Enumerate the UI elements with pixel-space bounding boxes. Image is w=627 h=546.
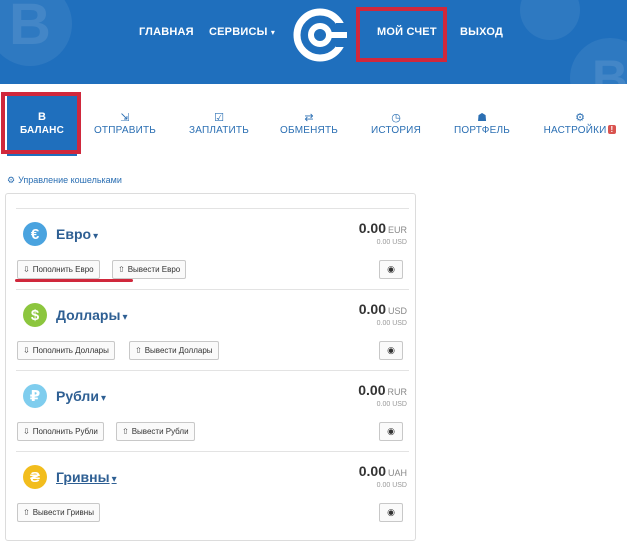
top-header: B B ГЛАВНАЯ СЕРВИСЫ ▾ МОЙ СЧЕТ ВЫХОД <box>0 0 627 84</box>
tab-portfolio[interactable]: ☗ ПОРТФЕЛЬ <box>449 96 515 156</box>
exchange-icon: ⇄ <box>304 112 314 124</box>
tab-settings-label: НАСТРОЙКИ <box>543 125 607 136</box>
clock-icon: ◷ <box>391 112 401 124</box>
withdraw-label: Вывести Рубли <box>131 427 189 436</box>
topup-button[interactable]: ⇩ Пополнить Рубли <box>17 422 104 441</box>
tab-label: НАСТРОЙКИ! <box>540 125 620 136</box>
withdraw-button[interactable]: ⇧ Вывести Рубли <box>116 422 195 441</box>
bitcoin-watermark-icon: B <box>0 0 72 66</box>
wallet-balance: 0.00 RUR <box>358 382 407 400</box>
withdraw-button[interactable]: ⇧ Вывести Доллары <box>129 341 219 360</box>
wallets-panel: € Евро ▾ 0.00 EUR 0.00 USD ⇩ Пополнить Евро… <box>5 193 416 541</box>
balance-currency: RUR <box>387 387 408 397</box>
balance-usd-equivalent: 0.00 USD <box>376 320 407 327</box>
wallet-name: Гривны <box>56 469 110 485</box>
wallet-row-rur: ₽ Рубли ▾ 0.00 RUR 0.00 USD ⇩ Пополнить Руб… <box>16 370 409 451</box>
bitcoin-watermark-icon: B <box>570 38 627 84</box>
tab-exchange[interactable]: ⇄ ОБМЕНЯТЬ <box>276 96 342 156</box>
wallet-row-usd: $ Доллары ▾ 0.00 USD 0.00 USD ⇩ Пополнить Д… <box>16 289 409 370</box>
upload-icon: ⇧ <box>23 508 30 517</box>
tab-send[interactable]: ⇲ ОТПРАВИТЬ <box>92 96 158 156</box>
withdraw-label: Вывести Гривны <box>32 508 94 517</box>
download-icon: ⇩ <box>23 265 30 274</box>
wallet-name: Рубли <box>56 388 99 404</box>
withdraw-button[interactable]: ⇧ Вывести Гривны <box>17 503 100 522</box>
balance-amount: 0.00 <box>358 382 386 398</box>
account-highlight-box <box>356 7 447 62</box>
wallet-name-dropdown[interactable]: Рубли ▾ <box>56 388 106 404</box>
topup-label: Пополнить Евро <box>32 265 94 274</box>
tab-label: ОБМЕНЯТЬ <box>279 125 339 136</box>
tab-label: ИСТОРИЯ <box>371 125 421 136</box>
tab-history[interactable]: ◷ ИСТОРИЯ <box>363 96 429 156</box>
balance-usd-equivalent: 0.00 USD <box>376 482 407 489</box>
withdraw-label: Вывести Евро <box>127 265 181 274</box>
wallet-name-dropdown[interactable]: Гривны ▾ <box>56 469 117 485</box>
tab-settings[interactable]: ⚙ НАСТРОЙКИ! <box>540 96 620 156</box>
nav-services-label: СЕРВИСЫ <box>209 26 268 38</box>
tab-label: ПОРТФЕЛЬ <box>454 125 510 136</box>
wallet-icon: ☗ <box>477 112 487 124</box>
balance-currency: EUR <box>387 225 407 235</box>
chevron-down-icon: ▾ <box>100 393 106 404</box>
wallet-row-uah: ₴ Гривны ▾ 0.00 UAH 0.00 USD ⇧ Вывести Грив… <box>16 451 409 532</box>
wallet-balance: 0.00 UAH <box>359 463 407 481</box>
topup-button[interactable]: ⇩ Пополнить Евро <box>17 260 100 279</box>
balance-currency: UAH <box>387 468 407 478</box>
withdraw-label: Вывести Доллары <box>144 346 213 355</box>
balance-amount: 0.00 <box>358 301 386 317</box>
balance-currency: USD <box>387 306 407 316</box>
withdraw-button[interactable]: ⇧ Вывести Евро <box>112 260 187 279</box>
wallet-row-eur: € Евро ▾ 0.00 EUR 0.00 USD ⇩ Пополнить Евро… <box>16 208 409 289</box>
balance-amount: 0.00 <box>358 220 386 236</box>
wallet-name-dropdown[interactable]: Евро ▾ <box>56 226 98 242</box>
nav-logout[interactable]: ВЫХОД <box>460 26 503 38</box>
balance-highlight-box <box>1 92 81 154</box>
eye-icon[interactable]: ◉ <box>379 260 403 279</box>
upload-icon: ⇧ <box>122 427 129 436</box>
wallet-balance: 0.00 USD <box>359 301 407 319</box>
pay-check-icon: ☑ <box>214 112 224 124</box>
ruble-icon: ₽ <box>23 384 47 408</box>
wallet-balance: 0.00 EUR <box>359 220 407 238</box>
wallet-name: Евро <box>56 226 92 242</box>
eye-icon[interactable]: ◉ <box>379 503 403 522</box>
euro-icon: € <box>23 222 47 246</box>
gear-icon: ⚙ <box>7 175 16 185</box>
manage-wallets-label: Управление кошельками <box>18 175 122 185</box>
upload-icon: ⇧ <box>118 265 125 274</box>
gear-icon: ⚙ <box>575 112 585 124</box>
download-icon: ⇩ <box>23 346 30 355</box>
chevron-down-icon: ▾ <box>122 312 128 323</box>
upload-icon: ⇧ <box>135 346 142 355</box>
balance-usd-equivalent: 0.00 USD <box>376 401 407 408</box>
wallet-name: Доллары <box>56 307 121 323</box>
manage-wallets-link[interactable]: ⚙ Управление кошельками <box>7 175 122 186</box>
eye-icon[interactable]: ◉ <box>379 422 403 441</box>
tab-pay[interactable]: ☑ ЗАПЛАТИТЬ <box>186 96 252 156</box>
chevron-down-icon: ▾ <box>93 231 99 242</box>
tab-label: ЗАПЛАТИТЬ <box>188 125 249 136</box>
warning-badge: ! <box>607 125 617 134</box>
dollar-icon: $ <box>23 303 47 327</box>
topup-label: Пополнить Доллары <box>32 346 109 355</box>
coin-watermark-icon <box>520 0 580 40</box>
download-icon: ⇩ <box>23 427 30 436</box>
topup-button[interactable]: ⇩ Пополнить Доллары <box>17 341 115 360</box>
balance-amount: 0.00 <box>358 463 386 479</box>
topup-label: Пополнить Рубли <box>32 427 98 436</box>
topup-highlight-underline <box>15 279 133 282</box>
eye-icon[interactable]: ◉ <box>379 341 403 360</box>
nav-home[interactable]: ГЛАВНАЯ <box>139 26 194 38</box>
nav-services[interactable]: СЕРВИСЫ ▾ <box>209 26 275 38</box>
chevron-down-icon: ▾ <box>111 474 117 485</box>
wallet-name-dropdown[interactable]: Доллары ▾ <box>56 307 127 323</box>
balance-usd-equivalent: 0.00 USD <box>376 239 407 246</box>
send-icon: ⇲ <box>120 112 130 124</box>
brand-logo[interactable] <box>292 7 348 63</box>
chevron-down-icon: ▾ <box>270 28 276 37</box>
tab-label: ОТПРАВИТЬ <box>93 125 157 136</box>
hryvnia-icon: ₴ <box>23 465 47 489</box>
